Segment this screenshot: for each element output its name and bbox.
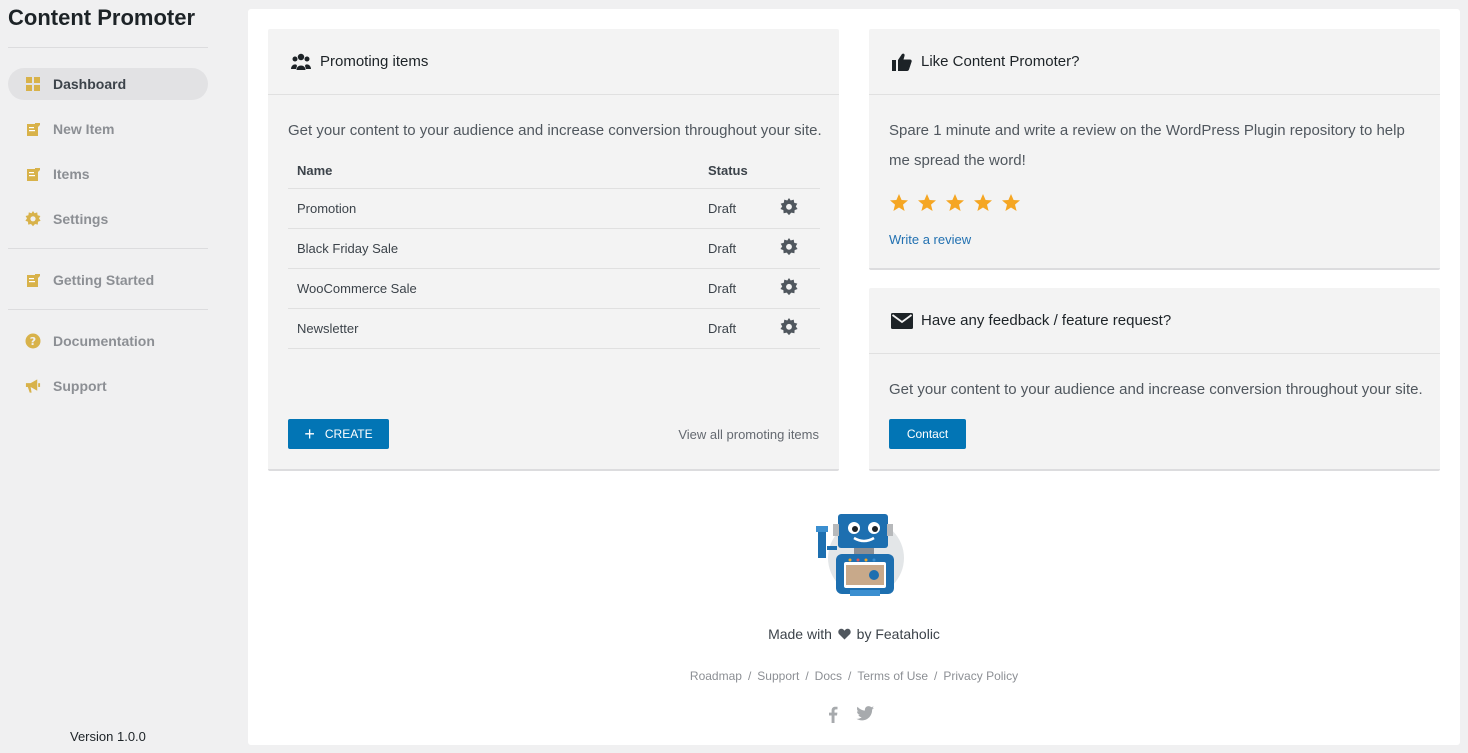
link-separator: / xyxy=(934,669,938,683)
sidebar-item-label: Documentation xyxy=(53,333,155,349)
main-panel: Promoting items Get your content to your… xyxy=(248,9,1460,745)
sidebar-item-support[interactable]: Support xyxy=(8,370,208,402)
divider xyxy=(8,309,208,310)
row-settings-icon[interactable] xyxy=(780,228,820,269)
robot-mascot-image xyxy=(814,508,908,602)
table-header-row: Name Status xyxy=(288,154,820,189)
thumbs-up-icon xyxy=(891,51,913,73)
footer-link-roadmap[interactable]: Roadmap xyxy=(690,669,742,683)
item-status: Draft xyxy=(699,268,780,309)
rating-stars xyxy=(889,193,1021,213)
social-links xyxy=(828,706,874,728)
table-row: Newsletter Draft xyxy=(288,308,820,349)
plus-icon: + xyxy=(304,424,315,444)
star-icon[interactable] xyxy=(945,193,965,213)
row-settings-icon[interactable] xyxy=(780,308,820,349)
card-title: Promoting items xyxy=(320,53,429,70)
contact-button[interactable]: Contact xyxy=(889,419,966,449)
item-name: Promotion xyxy=(288,188,699,229)
sidebar-item-label: New Item xyxy=(53,121,115,137)
column-header-actions xyxy=(780,154,820,189)
sidebar-item-label: Getting Started xyxy=(53,272,155,288)
item-status: Draft xyxy=(699,188,780,229)
divider xyxy=(8,47,208,48)
card-description: Get your content to your audience and in… xyxy=(889,381,1423,398)
svg-text:?: ? xyxy=(30,335,36,348)
view-all-items-link[interactable]: View all promoting items xyxy=(678,427,819,442)
footer-link-terms[interactable]: Terms of Use xyxy=(857,669,928,683)
create-button-label: CREATE xyxy=(324,427,373,441)
star-icon[interactable] xyxy=(973,193,993,213)
footer-link-docs[interactable]: Docs xyxy=(815,669,842,683)
sidebar-item-label: Dashboard xyxy=(53,76,127,92)
sidebar-item-dashboard[interactable]: Dashboard xyxy=(8,68,208,100)
sidebar-item-new-item[interactable]: New Item xyxy=(8,113,208,145)
sidebar-item-items[interactable]: Items xyxy=(8,158,208,190)
link-separator: / xyxy=(805,669,809,683)
edit-icon xyxy=(25,272,41,288)
promoting-items-card: Promoting items Get your content to your… xyxy=(268,29,839,471)
gear-icon xyxy=(25,211,41,227)
star-icon[interactable] xyxy=(889,193,909,213)
help-icon: ? xyxy=(25,333,41,349)
row-settings-icon[interactable] xyxy=(780,268,820,309)
megaphone-icon xyxy=(25,378,41,394)
edit-icon xyxy=(25,121,41,137)
table-row: Promotion Draft xyxy=(288,188,820,229)
sidebar-item-label: Items xyxy=(53,166,90,182)
star-icon[interactable] xyxy=(917,193,937,213)
card-description: Get your content to your audience and in… xyxy=(288,122,822,139)
sidebar-item-documentation[interactable]: ? Documentation xyxy=(8,325,208,357)
column-header-name: Name xyxy=(288,154,699,189)
facebook-icon[interactable] xyxy=(828,706,838,728)
app-title: Content Promoter xyxy=(8,5,195,30)
divider xyxy=(8,248,208,249)
card-title: Like Content Promoter? xyxy=(921,53,1080,70)
sidebar-item-settings[interactable]: Settings xyxy=(8,203,208,235)
sidebar-item-getting-started[interactable]: Getting Started xyxy=(8,264,208,296)
card-title: Have any feedback / feature request? xyxy=(921,312,1172,329)
write-review-link[interactable]: Write a review xyxy=(889,232,971,247)
item-status: Draft xyxy=(699,228,780,269)
envelope-icon xyxy=(891,310,913,332)
like-card: Like Content Promoter? Spare 1 minute an… xyxy=(869,29,1440,270)
heart-icon xyxy=(838,627,851,643)
twitter-icon[interactable] xyxy=(856,706,874,728)
link-separator: / xyxy=(848,669,852,683)
sidebar-item-label: Support xyxy=(53,378,107,394)
dashboard-icon xyxy=(25,76,41,92)
star-icon[interactable] xyxy=(1001,193,1021,213)
users-icon xyxy=(290,51,312,73)
column-header-status: Status xyxy=(699,154,780,189)
item-name: WooCommerce Sale xyxy=(288,268,699,309)
card-description: Spare 1 minute and write a review on the… xyxy=(889,122,1405,169)
feedback-card: Have any feedback / feature request? Get… xyxy=(869,288,1440,471)
create-button[interactable]: + CREATE xyxy=(288,419,389,449)
table-row: Black Friday Sale Draft xyxy=(288,228,820,269)
made-with-credit: Made with by Feataholic xyxy=(248,626,1460,643)
card-header: Promoting items xyxy=(268,29,839,95)
item-name: Newsletter xyxy=(288,308,699,349)
sidebar-item-label: Settings xyxy=(53,211,109,227)
sidebar: Content Promoter Dashboard New Item Item… xyxy=(0,0,236,753)
footer-link-support[interactable]: Support xyxy=(757,669,799,683)
promoting-items-table: Name Status Promotion Draft Black Friday… xyxy=(288,154,820,349)
footer-links: Roadmap / Support / Docs / Terms of Use … xyxy=(248,669,1460,683)
made-with-suffix: by Feataholic xyxy=(856,626,940,642)
version-label: Version 1.0.0 xyxy=(70,729,146,744)
edit-icon xyxy=(25,166,41,182)
card-header: Have any feedback / feature request? xyxy=(869,288,1440,354)
table-row: WooCommerce Sale Draft xyxy=(288,268,820,309)
made-with-prefix: Made with xyxy=(768,626,832,642)
item-name: Black Friday Sale xyxy=(288,228,699,269)
card-header: Like Content Promoter? xyxy=(869,29,1440,95)
item-status: Draft xyxy=(699,308,780,349)
row-settings-icon[interactable] xyxy=(780,188,820,229)
link-separator: / xyxy=(747,669,752,683)
footer-link-privacy[interactable]: Privacy Policy xyxy=(943,669,1018,683)
